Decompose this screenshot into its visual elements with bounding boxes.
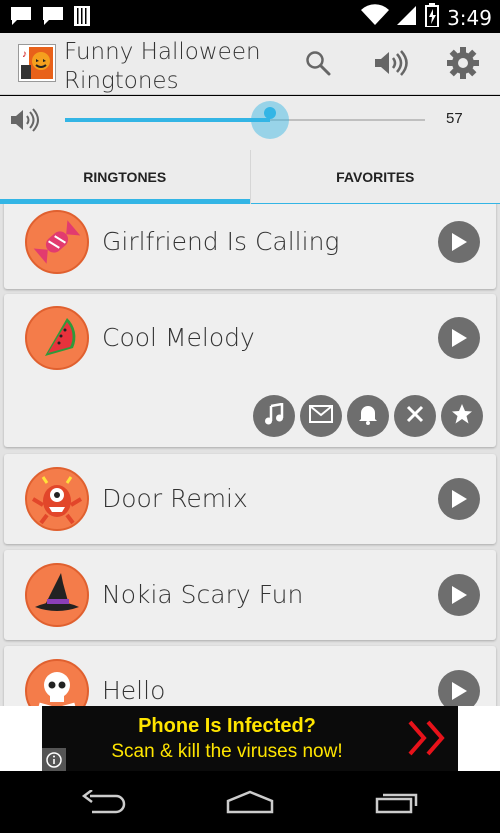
play-button[interactable]	[438, 221, 480, 263]
volume-slider[interactable]	[65, 101, 425, 139]
list-item[interactable]: Nokia Scary Fun	[4, 550, 496, 640]
ringtone-title: Nokia Scary Fun	[102, 580, 304, 609]
navigation-bar	[0, 771, 500, 833]
volume-icon[interactable]	[373, 45, 409, 81]
chat-icon	[10, 6, 32, 31]
list-item[interactable]: Door Remix	[4, 454, 496, 544]
volume-slider-thumb[interactable]	[251, 101, 289, 139]
ad-info-icon[interactable]	[42, 748, 66, 771]
music-note-icon	[264, 402, 284, 430]
status-time: 3:49	[447, 5, 492, 30]
ad-banner[interactable]: Phone Is Infected? Scan & kill the virus…	[42, 706, 458, 771]
melon-icon	[25, 306, 89, 370]
app-title: Funny Halloween Ringtones	[64, 39, 261, 94]
witch-hat-icon	[25, 563, 89, 627]
skull-icon	[25, 659, 89, 706]
back-icon[interactable]	[78, 787, 128, 817]
ringtone-title: Door Remix	[102, 484, 248, 513]
volume-icon	[10, 108, 40, 137]
wifi-icon	[361, 4, 390, 31]
list-item[interactable]: Hello	[4, 646, 496, 706]
email-icon	[309, 404, 333, 428]
battery-charging-icon	[425, 3, 440, 32]
set-notification-button[interactable]	[300, 395, 342, 437]
bell-icon	[358, 403, 378, 430]
ringtone-list[interactable]: Girlfriend Is Calling Cool Melody Door R…	[0, 204, 500, 706]
list-item[interactable]: Girlfriend Is Calling	[4, 204, 496, 289]
recent-apps-icon[interactable]	[372, 787, 422, 817]
tab-ringtones[interactable]: RINGTONES	[0, 150, 250, 204]
play-button[interactable]	[438, 670, 480, 706]
double-chevron-right-icon	[408, 720, 450, 761]
home-icon[interactable]	[225, 787, 275, 817]
play-button[interactable]	[438, 574, 480, 616]
list-item[interactable]: Cool Melody	[4, 294, 496, 447]
ad-headline: Phone Is Infected?	[138, 715, 316, 737]
signal-icon	[397, 4, 417, 31]
action-bar: ♪ Funny Halloween Ringtones	[0, 33, 500, 95]
set-alarm-button[interactable]	[347, 395, 389, 437]
play-button[interactable]	[438, 317, 480, 359]
favorite-button[interactable]	[441, 395, 483, 437]
tab-bar: RINGTONES FAVORITES	[0, 150, 500, 204]
set-ringtone-button[interactable]	[253, 395, 295, 437]
ringtone-title: Cool Melody	[102, 323, 255, 352]
status-bar: 3:49	[0, 0, 500, 33]
ad-subline: Scan & kill the viruses now!	[111, 741, 343, 762]
barcode-icon	[74, 6, 90, 31]
remove-button[interactable]	[394, 395, 436, 437]
volume-row: 57	[0, 96, 500, 150]
ringtone-title: Girlfriend Is Calling	[102, 227, 340, 256]
app-logo-icon[interactable]: ♪	[18, 44, 56, 82]
star-icon	[451, 403, 473, 430]
volume-slider-fill	[65, 118, 270, 122]
search-icon[interactable]	[300, 45, 336, 81]
monster-icon	[25, 467, 89, 531]
chat-icon	[42, 6, 64, 31]
tab-favorites[interactable]: FAVORITES	[249, 150, 500, 204]
close-icon	[406, 405, 424, 428]
ad-area: Phone Is Infected? Scan & kill the virus…	[0, 706, 500, 771]
play-button[interactable]	[438, 478, 480, 520]
volume-value: 57	[446, 110, 463, 127]
svg-text:♪: ♪	[22, 49, 27, 60]
ringtone-title: Hello	[102, 676, 166, 705]
settings-icon[interactable]	[445, 45, 481, 81]
candy-icon	[25, 210, 89, 274]
